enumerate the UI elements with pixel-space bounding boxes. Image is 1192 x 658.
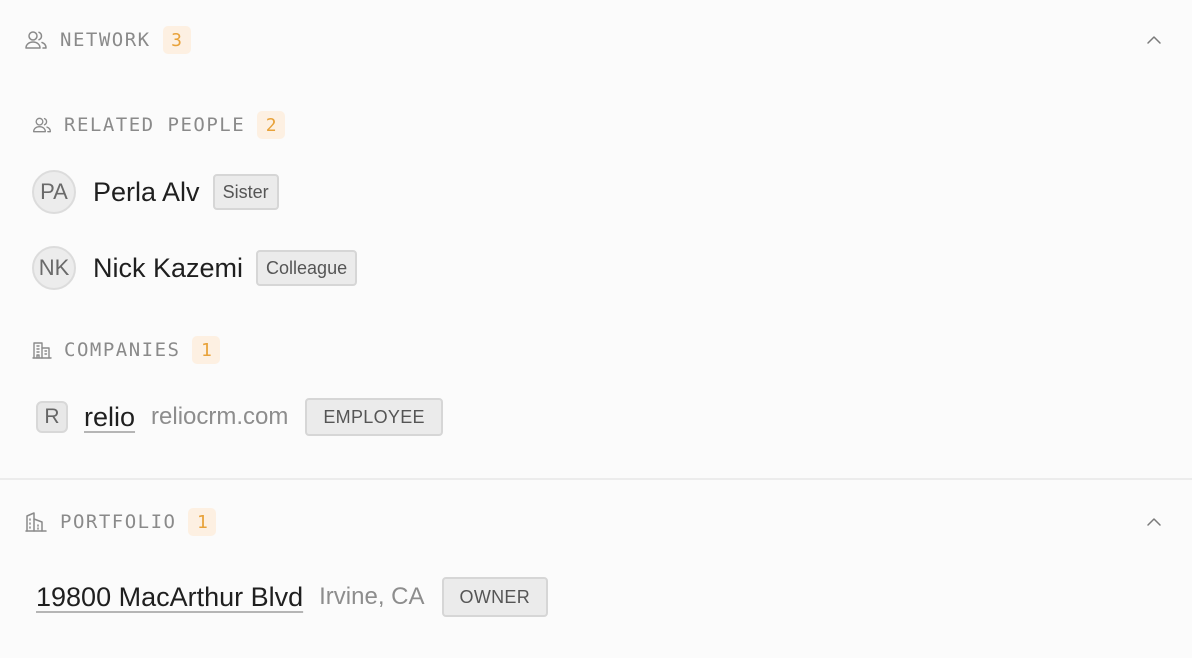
count-badge: 1 [192,336,221,364]
people-icon [24,28,48,52]
avatar: NK [32,246,76,290]
person-name[interactable]: Nick Kazemi [93,253,243,284]
collapse-button[interactable] [1140,508,1168,536]
person-row[interactable]: PA Perla Alv Sister [32,170,279,214]
companies-header: COMPANIES 1 [32,335,221,365]
chevron-up-icon [1147,36,1161,44]
property-row[interactable]: 19800 MacArthur Blvd Irvine, CA OWNER [36,577,549,617]
relation-tag: Sister [212,174,279,210]
count-badge: 3 [162,26,191,54]
relation-tag: Colleague [256,250,358,286]
role-tag: OWNER [441,577,549,617]
buildings-icon [24,510,48,534]
avatar: PA [32,170,76,214]
count-badge: 1 [188,508,217,536]
related-people-header: RELATED PEOPLE 2 [32,110,286,140]
role-tag: EMPLOYEE [305,398,443,436]
company-logo: R [36,401,68,433]
property-location: Irvine, CA [319,583,425,610]
property-link[interactable]: 19800 MacArthur Blvd [36,582,303,613]
company-domain: reliocrm.com [151,403,289,430]
portfolio-section: PORTFOLIO 1 19800 MacArthur Blvd Irvine,… [0,480,1192,658]
network-section: NETWORK 3 RELATED PEOPLE 2 PA Perla Alv … [0,0,1192,480]
building-icon [32,340,52,360]
subsection-title: COMPANIES [64,339,181,361]
company-row[interactable]: R relio reliocrm.com EMPLOYEE [32,398,443,436]
chevron-up-icon [1147,518,1161,526]
section-title: PORTFOLIO [60,511,177,533]
person-name[interactable]: Perla Alv [93,177,200,208]
portfolio-header[interactable]: PORTFOLIO 1 [24,507,1168,537]
person-row[interactable]: NK Nick Kazemi Colleague [32,246,358,290]
company-link[interactable]: relio [84,402,135,433]
network-header[interactable]: NETWORK 3 [24,25,1168,55]
subsection-title: RELATED PEOPLE [64,114,246,136]
section-title: NETWORK [60,29,151,51]
collapse-button[interactable] [1140,26,1168,54]
people-icon [32,115,52,135]
count-badge: 2 [257,111,286,139]
